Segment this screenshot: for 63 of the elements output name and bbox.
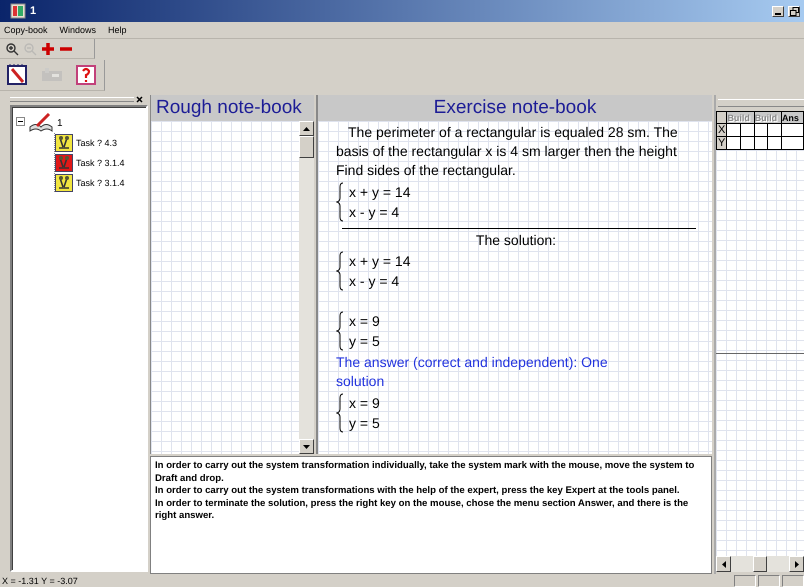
table-cell[interactable] bbox=[740, 124, 754, 136]
menu-item[interactable]: Help bbox=[108, 25, 127, 35]
minimize-button[interactable] bbox=[772, 6, 784, 16]
plus-button[interactable] bbox=[40, 40, 56, 56]
scroll-thumb[interactable] bbox=[753, 556, 767, 572]
equation[interactable]: x + y = 14 bbox=[347, 182, 410, 202]
hint-text: In order to carry out the system transformations with the help of the expert, press the key Expert at the tools panel. bbox=[155, 485, 681, 498]
equation[interactable]: x = 9 bbox=[347, 311, 380, 331]
zoom-in-button[interactable] bbox=[4, 40, 20, 56]
answer-text: The answer (correct and independent): One solution bbox=[336, 353, 609, 391]
notebook-pencil-icon bbox=[6, 63, 30, 87]
right-arrow-icon bbox=[794, 560, 798, 568]
status-panel bbox=[782, 575, 804, 587]
close-icon bbox=[136, 96, 143, 102]
row-header: X bbox=[716, 124, 727, 136]
status-text: X = -1.31 Y = -3.07 bbox=[2, 575, 78, 587]
table-cell[interactable] bbox=[726, 124, 741, 136]
menu-item[interactable]: Windows bbox=[60, 25, 96, 35]
equation[interactable]: y = 5 bbox=[347, 413, 380, 433]
left-arrow-icon bbox=[722, 560, 726, 568]
solution-heading: The solution: bbox=[474, 232, 558, 249]
scroll-thumb[interactable] bbox=[299, 136, 314, 158]
menu-item[interactable]: Copy-book bbox=[4, 25, 48, 35]
brace-icon bbox=[336, 311, 344, 351]
table-cell[interactable] bbox=[781, 124, 804, 136]
tree-item[interactable]: Task ? 3.1.4 bbox=[76, 158, 125, 168]
equation[interactable]: x - y = 4 bbox=[347, 202, 410, 222]
problem-text: The perimeter of a rectangular is equaled 28 sm. The basis of the rectangular x is 4 sm larger then the height Find sides of the rectangular. bbox=[336, 123, 679, 180]
status-panel bbox=[734, 575, 756, 587]
equation[interactable]: x = 9 bbox=[347, 393, 380, 413]
hint-text: In order to terminate the solution, press the right key on the mouse, chose the menu section Answer, and there is the right answer. bbox=[155, 498, 690, 522]
brace-icon bbox=[336, 393, 344, 433]
column-header[interactable]: Ans bbox=[781, 112, 804, 124]
equation[interactable]: x - y = 4 bbox=[347, 271, 410, 291]
brace-icon bbox=[336, 251, 344, 291]
close-button[interactable] bbox=[136, 95, 144, 103]
tree-item[interactable]: Task ? 4.3 bbox=[76, 138, 118, 148]
restore-button[interactable] bbox=[788, 6, 800, 16]
panel-title: Exercise note-book bbox=[318, 95, 712, 121]
zoom-out-icon bbox=[23, 42, 37, 56]
book-pencil-icon bbox=[29, 113, 53, 133]
collapse-toggle[interactable] bbox=[16, 117, 25, 129]
equation[interactable]: y = 5 bbox=[347, 331, 380, 351]
equation[interactable]: x + y = 14 bbox=[347, 251, 410, 271]
zoom-in-icon bbox=[5, 42, 19, 56]
hint-text: In order to carry out the system transformation individually, take the system mark with the mouse, move the system to Draft and drop. bbox=[155, 460, 696, 485]
table-cell[interactable] bbox=[754, 124, 768, 136]
window-title: 1 bbox=[30, 5, 36, 17]
brace-icon bbox=[336, 182, 344, 222]
vertical-scrollbar[interactable] bbox=[299, 121, 314, 454]
tree-item[interactable]: 1 bbox=[57, 118, 63, 128]
app-icon bbox=[10, 3, 26, 19]
plus-icon bbox=[41, 42, 55, 56]
down-arrow-icon bbox=[303, 444, 310, 448]
panel-title: Rough note-book bbox=[151, 95, 314, 121]
row-header: Y bbox=[716, 136, 727, 150]
restore-icon bbox=[790, 6, 798, 16]
question-notebook-icon bbox=[74, 63, 98, 87]
horizontal-scrollbar[interactable] bbox=[716, 556, 804, 572]
tree-item[interactable]: Task ? 3.1.4 bbox=[76, 178, 125, 188]
status-panel bbox=[758, 575, 780, 587]
up-arrow-icon bbox=[303, 126, 310, 130]
table-cell[interactable] bbox=[768, 124, 782, 136]
